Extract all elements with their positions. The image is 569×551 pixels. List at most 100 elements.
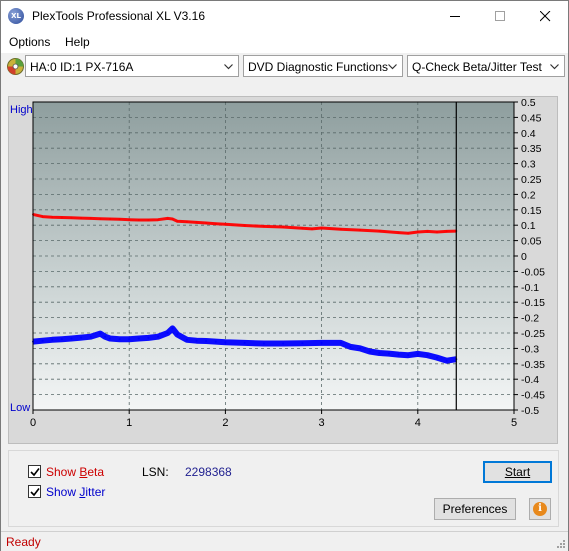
preferences-button-label: Preferences: [442, 502, 508, 516]
jitter-point: [118, 338, 121, 341]
jitter-point: [416, 352, 419, 355]
beta-point: [262, 225, 265, 228]
beta-point: [282, 226, 285, 229]
beta-point: [51, 216, 54, 219]
beta-point: [128, 218, 131, 221]
y-tick-label: -0.2: [521, 313, 539, 325]
beta-point: [214, 222, 217, 225]
test-select[interactable]: Q-Check Beta/Jitter Test: [407, 55, 565, 77]
close-icon: [540, 11, 551, 22]
y-tick-label: 0.4: [521, 128, 536, 140]
beta-point: [320, 226, 323, 229]
jitter-point: [349, 345, 352, 348]
minimize-button[interactable]: [433, 1, 478, 31]
y-tick-label: -0.05: [521, 266, 545, 278]
y-tick-label: 0.45: [521, 112, 542, 124]
beta-point: [407, 232, 410, 235]
beta-point: [243, 224, 246, 227]
jitter-point: [426, 354, 429, 357]
show-jitter-rest: itter: [85, 485, 106, 499]
close-button[interactable]: [523, 1, 568, 31]
beta-point: [147, 218, 150, 221]
menu-help[interactable]: Help: [65, 35, 90, 49]
beta-point: [436, 230, 439, 233]
jitter-point: [339, 341, 342, 344]
y-tick-label: 0.25: [521, 174, 542, 186]
beta-point: [426, 230, 429, 233]
jitter-point: [185, 338, 188, 341]
show-jitter-prefix: Show: [46, 485, 80, 499]
drive-select[interactable]: HA:0 ID:1 PX-716A: [25, 55, 239, 77]
beta-point: [310, 227, 313, 230]
beta-point: [195, 221, 198, 224]
beta-point: [60, 216, 63, 219]
jitter-point: [147, 336, 150, 339]
menu-bar: Options Help: [1, 31, 568, 53]
beta-point: [176, 220, 179, 223]
app-logo-icon: XL: [8, 8, 24, 24]
window-title: PlexTools Professional XL V3.16: [32, 9, 205, 23]
jitter-point: [407, 354, 410, 357]
y-tick-label: -0.5: [521, 405, 539, 417]
jitter-point: [445, 359, 448, 362]
preferences-button[interactable]: Preferences: [434, 498, 516, 520]
beta-point: [99, 217, 102, 220]
jitter-point: [60, 338, 63, 341]
jitter-point: [397, 353, 400, 356]
beta-point: [89, 217, 92, 220]
jitter-point: [128, 338, 131, 341]
jitter-point: [70, 337, 73, 340]
beta-point: [224, 223, 227, 226]
menu-options[interactable]: Options: [9, 35, 50, 49]
resize-grip-icon[interactable]: [556, 539, 566, 549]
y-tick-label: 0.15: [521, 205, 542, 217]
jitter-point: [41, 339, 44, 342]
status-text: Ready: [6, 535, 41, 549]
y-tick-label: 0.35: [521, 143, 542, 155]
jitter-point: [301, 342, 304, 345]
minimize-icon: [450, 16, 460, 17]
jitter-point: [157, 335, 160, 338]
show-jitter-checkbox[interactable]: [28, 485, 41, 498]
y-tick-label: -0.3: [521, 343, 539, 355]
jitter-point: [80, 336, 83, 339]
function-select[interactable]: DVD Diagnostic Functions: [243, 55, 403, 77]
start-button[interactable]: Start: [483, 461, 552, 483]
high-label: High: [10, 104, 33, 116]
function-select-value: DVD Diagnostic Functions: [248, 60, 389, 74]
info-button[interactable]: i: [529, 498, 551, 520]
beta-point: [378, 230, 381, 233]
start-button-label: Start: [504, 465, 531, 479]
y-tick-label: -0.25: [521, 328, 545, 340]
test-select-value: Q-Check Beta/Jitter Test: [412, 60, 542, 74]
checkmark-icon: [30, 488, 40, 497]
jitter-point: [166, 332, 169, 334]
y-tick-label: -0.4: [521, 374, 539, 386]
show-jitter-label[interactable]: Show Jitter: [46, 485, 105, 499]
title-bar[interactable]: XL PlexTools Professional XL V3.16: [1, 1, 568, 31]
x-tick-label: 3: [319, 417, 325, 429]
beta-point: [205, 222, 208, 225]
jitter-point: [243, 341, 246, 344]
beta-point: [301, 227, 304, 230]
beta-point: [166, 217, 169, 220]
y-tick-label: 0.3: [521, 159, 536, 171]
jitter-point: [368, 350, 371, 353]
maximize-button[interactable]: [478, 1, 523, 31]
show-beta-checkbox[interactable]: [28, 465, 41, 478]
jitter-point: [104, 335, 107, 338]
jitter-point: [51, 338, 54, 341]
beta-jitter-chart: 0.5 0.45 0.4 0.35 0.3 0.25 0.2 0.15 0.1 0.05 0 -0.0…: [10, 97, 545, 429]
y-tick-label: 0.5: [521, 97, 536, 109]
y-tick-label: -0.45: [521, 390, 545, 402]
jitter-point: [436, 356, 439, 359]
chevron-down-icon: [550, 64, 559, 70]
beta-point: [339, 228, 342, 231]
y-tick-label: 0.05: [521, 236, 542, 248]
jitter-point: [262, 342, 265, 345]
show-beta-prefix: Show: [46, 465, 80, 479]
beta-point: [185, 220, 188, 223]
show-beta-label[interactable]: Show Beta: [46, 465, 104, 479]
beta-point: [70, 216, 73, 219]
y-tick-label: -0.35: [521, 359, 545, 371]
